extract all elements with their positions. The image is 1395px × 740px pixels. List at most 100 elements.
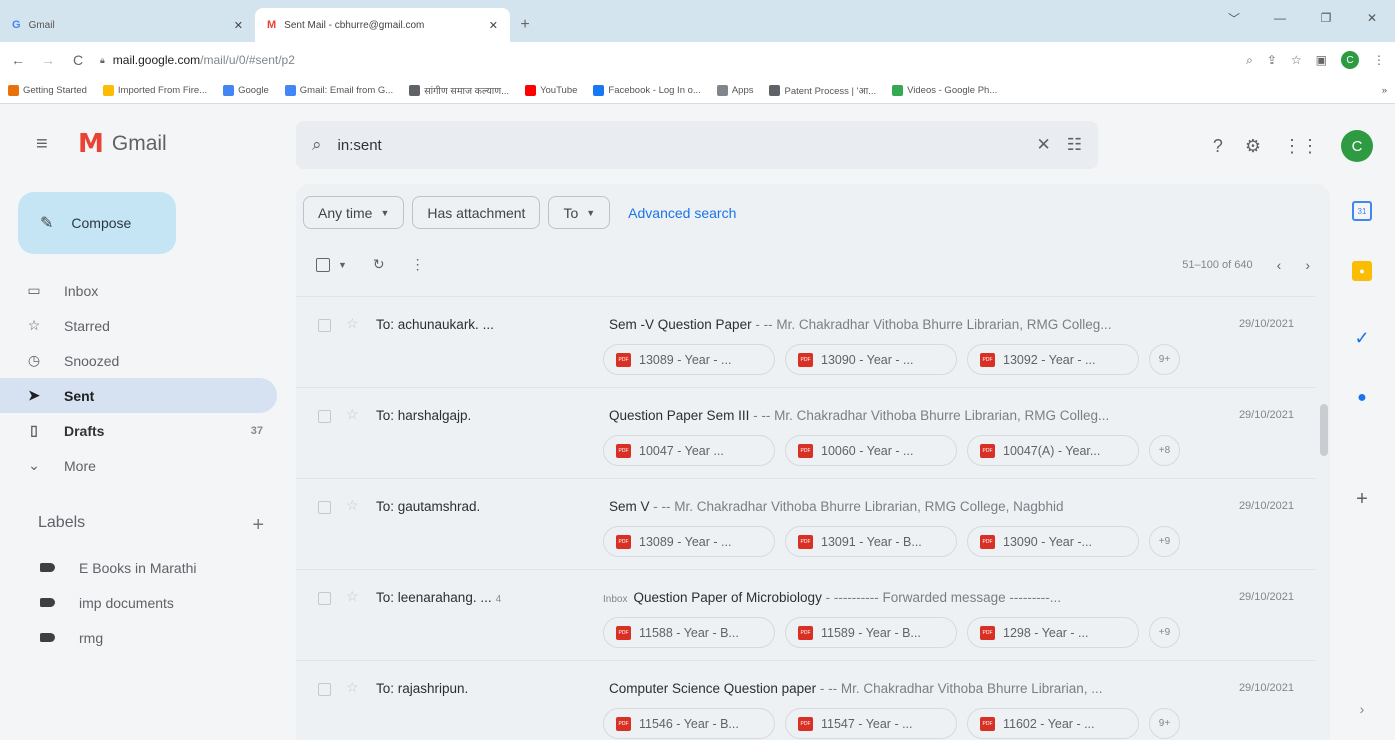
url-field[interactable]: 🔒︎ mail.google.com/mail/u/0/#sent/p2 (100, 47, 1232, 73)
bookmark-item[interactable]: Gmail: Email from G... (284, 85, 393, 96)
attachment-chip[interactable]: PDF 11588 - Year - B... (603, 617, 775, 648)
attachment-chip[interactable]: PDF 13090 - Year -... (967, 526, 1139, 557)
bookmark-item[interactable]: Apps (716, 85, 753, 96)
clear-search-icon[interactable]: ✕ (1037, 135, 1051, 155)
attachment-chip[interactable]: PDF 13091 - Year - B... (785, 526, 957, 557)
more-attachments-badge[interactable]: +9 (1149, 526, 1180, 557)
attachment-chip[interactable]: PDF 1298 - Year - ... (967, 617, 1139, 648)
new-tab-button[interactable]: + (510, 8, 540, 42)
to-filter[interactable]: To ▼ (548, 196, 611, 229)
search-icon[interactable]: ⌕ (312, 135, 322, 155)
share-icon[interactable]: ⇪ (1267, 53, 1277, 67)
close-tab-icon[interactable]: ✕ (234, 19, 243, 32)
email-row[interactable]: ☆ To: leenarahang. ... 4 Inbox Question Pape… (296, 569, 1316, 660)
newer-page-icon[interactable]: ‹ (1277, 257, 1282, 273)
attachment-chip[interactable]: PDF 11547 - Year - ... (785, 708, 957, 739)
keep-icon[interactable]: ● (1352, 261, 1372, 281)
close-window-icon[interactable]: ✕ (1349, 0, 1395, 36)
row-checkbox[interactable] (318, 501, 331, 514)
star-icon[interactable]: ☆ (346, 679, 359, 696)
restore-icon[interactable]: ❐ (1303, 0, 1349, 36)
browser-profile-avatar[interactable]: C (1341, 51, 1359, 69)
advanced-search-link[interactable]: Advanced search (628, 205, 736, 221)
attachment-chip[interactable]: PDF 10047 - Year ... (603, 435, 775, 466)
star-icon[interactable]: ☆ (346, 406, 359, 423)
support-icon[interactable]: ? (1213, 136, 1223, 157)
label-item[interactable]: E Books in Marathi (0, 550, 277, 585)
star-icon[interactable]: ☆ (346, 497, 359, 514)
email-row[interactable]: ☆ To: achunaukark. ... Sem -V Question Pap… (296, 296, 1316, 387)
compose-button[interactable]: ✎ Compose (18, 192, 176, 254)
attachment-chip[interactable]: PDF 11589 - Year - B... (785, 617, 957, 648)
row-checkbox[interactable] (318, 683, 331, 696)
bookmark-item[interactable]: Videos - Google Ph... (892, 85, 997, 96)
minimize-icon[interactable]: — (1257, 0, 1303, 36)
expand-panel-icon[interactable]: › (1352, 699, 1372, 719)
sidebar-item-sent[interactable]: ➤ Sent (0, 378, 277, 413)
sidebar-item-snoozed[interactable]: ◷ Snoozed (0, 343, 277, 378)
bookmark-item[interactable]: Google (223, 85, 269, 96)
apps-grid-icon[interactable]: ⋮⋮ (1283, 136, 1319, 157)
attachment-chip[interactable]: PDF 13089 - Year - ... (603, 344, 775, 375)
gmail-logo[interactable]: M Gmail (78, 129, 167, 159)
search-input[interactable] (337, 136, 1021, 154)
attachment-chip[interactable]: PDF 13090 - Year - ... (785, 344, 957, 375)
main-menu-icon[interactable]: ≡ (36, 133, 60, 156)
tasks-icon[interactable]: ✓ (1352, 328, 1372, 348)
more-attachments-badge[interactable]: +9 (1149, 617, 1180, 648)
browser-menu-icon[interactable]: ⋮ (1373, 53, 1385, 67)
label-item[interactable]: imp documents (0, 585, 277, 620)
star-icon[interactable]: ☆ (346, 315, 359, 332)
sidebar-item-starred[interactable]: ☆ Starred (0, 308, 277, 343)
label-item[interactable]: rmg (0, 620, 277, 655)
scrollbar-thumb[interactable] (1320, 404, 1328, 456)
email-row[interactable]: ☆ To: harshalgajp. Question Paper Sem III … (296, 387, 1316, 478)
reload-icon[interactable]: C (70, 52, 86, 68)
tab-search-icon[interactable]: ﹀ (1211, 0, 1257, 36)
sidebar-item-more[interactable]: ⌄ More (0, 448, 277, 483)
side-panel-icon[interactable]: ▣ (1316, 53, 1327, 67)
row-checkbox[interactable] (318, 319, 331, 332)
attachment-chip[interactable]: PDF 13089 - Year - ... (603, 526, 775, 557)
bookmark-item[interactable]: Facebook - Log In o... (593, 85, 701, 96)
back-icon[interactable]: ← (10, 52, 26, 68)
attachment-chip[interactable]: PDF 10060 - Year - ... (785, 435, 957, 466)
browser-tab-sent-mail[interactable]: M Sent Mail - cbhurre@gmail.com ✕ (255, 8, 510, 42)
more-options-icon[interactable]: ⋮ (411, 256, 425, 273)
refresh-icon[interactable]: ↻ (373, 256, 385, 273)
star-icon[interactable]: ☆ (346, 588, 359, 605)
select-all[interactable]: ▼ (316, 257, 347, 272)
get-addons-icon[interactable]: + (1352, 488, 1372, 510)
has-attachment-filter[interactable]: Has attachment (412, 196, 541, 229)
calendar-icon[interactable]: 31 (1352, 201, 1372, 221)
account-avatar[interactable]: C (1341, 130, 1373, 162)
browser-tab-gmail[interactable]: G Gmail ✕ (0, 8, 255, 42)
zoom-icon[interactable]: ⌕ (1246, 53, 1253, 68)
bookmark-star-icon[interactable]: ☆ (1291, 53, 1302, 67)
more-attachments-badge[interactable]: +8 (1149, 435, 1180, 466)
create-label-icon[interactable]: + (252, 514, 264, 537)
row-checkbox[interactable] (318, 592, 331, 605)
attachment-chip[interactable]: PDF 10047(A) - Year... (967, 435, 1139, 466)
forward-icon[interactable]: → (40, 52, 56, 68)
bookmark-item[interactable]: Imported From Fire... (102, 85, 207, 96)
bookmark-item[interactable]: YouTube (525, 85, 577, 96)
bookmark-item[interactable]: सांगीण समाज कल्याण... (409, 84, 509, 97)
sidebar-item-drafts[interactable]: ▯ Drafts 37 (0, 413, 277, 448)
bookmark-item[interactable]: Patent Process | 'आ... (769, 84, 876, 97)
more-attachments-badge[interactable]: 9+ (1149, 708, 1180, 739)
more-attachments-badge[interactable]: 9+ (1149, 344, 1180, 375)
attachment-chip[interactable]: PDF 11602 - Year - ... (967, 708, 1139, 739)
email-row[interactable]: ☆ To: gautamshrad. Sem V - -- Mr. Chakradh… (296, 478, 1316, 569)
attachment-chip[interactable]: PDF 13092 - Year - ... (967, 344, 1139, 375)
email-row[interactable]: ☆ To: rajashripun. Computer Science Questi… (296, 660, 1316, 740)
older-page-icon[interactable]: › (1305, 257, 1310, 273)
select-all-checkbox[interactable] (316, 257, 330, 272)
bookmarks-overflow-icon[interactable]: » (1382, 85, 1387, 96)
search-options-icon[interactable]: ☷ (1067, 135, 1082, 155)
row-checkbox[interactable] (318, 410, 331, 423)
inbox-label-tag[interactable]: Inbox (603, 594, 627, 605)
settings-gear-icon[interactable]: ⚙ (1245, 136, 1261, 157)
sidebar-item-inbox[interactable]: ▭ Inbox (0, 273, 277, 308)
select-dropdown-icon[interactable]: ▼ (338, 260, 347, 270)
